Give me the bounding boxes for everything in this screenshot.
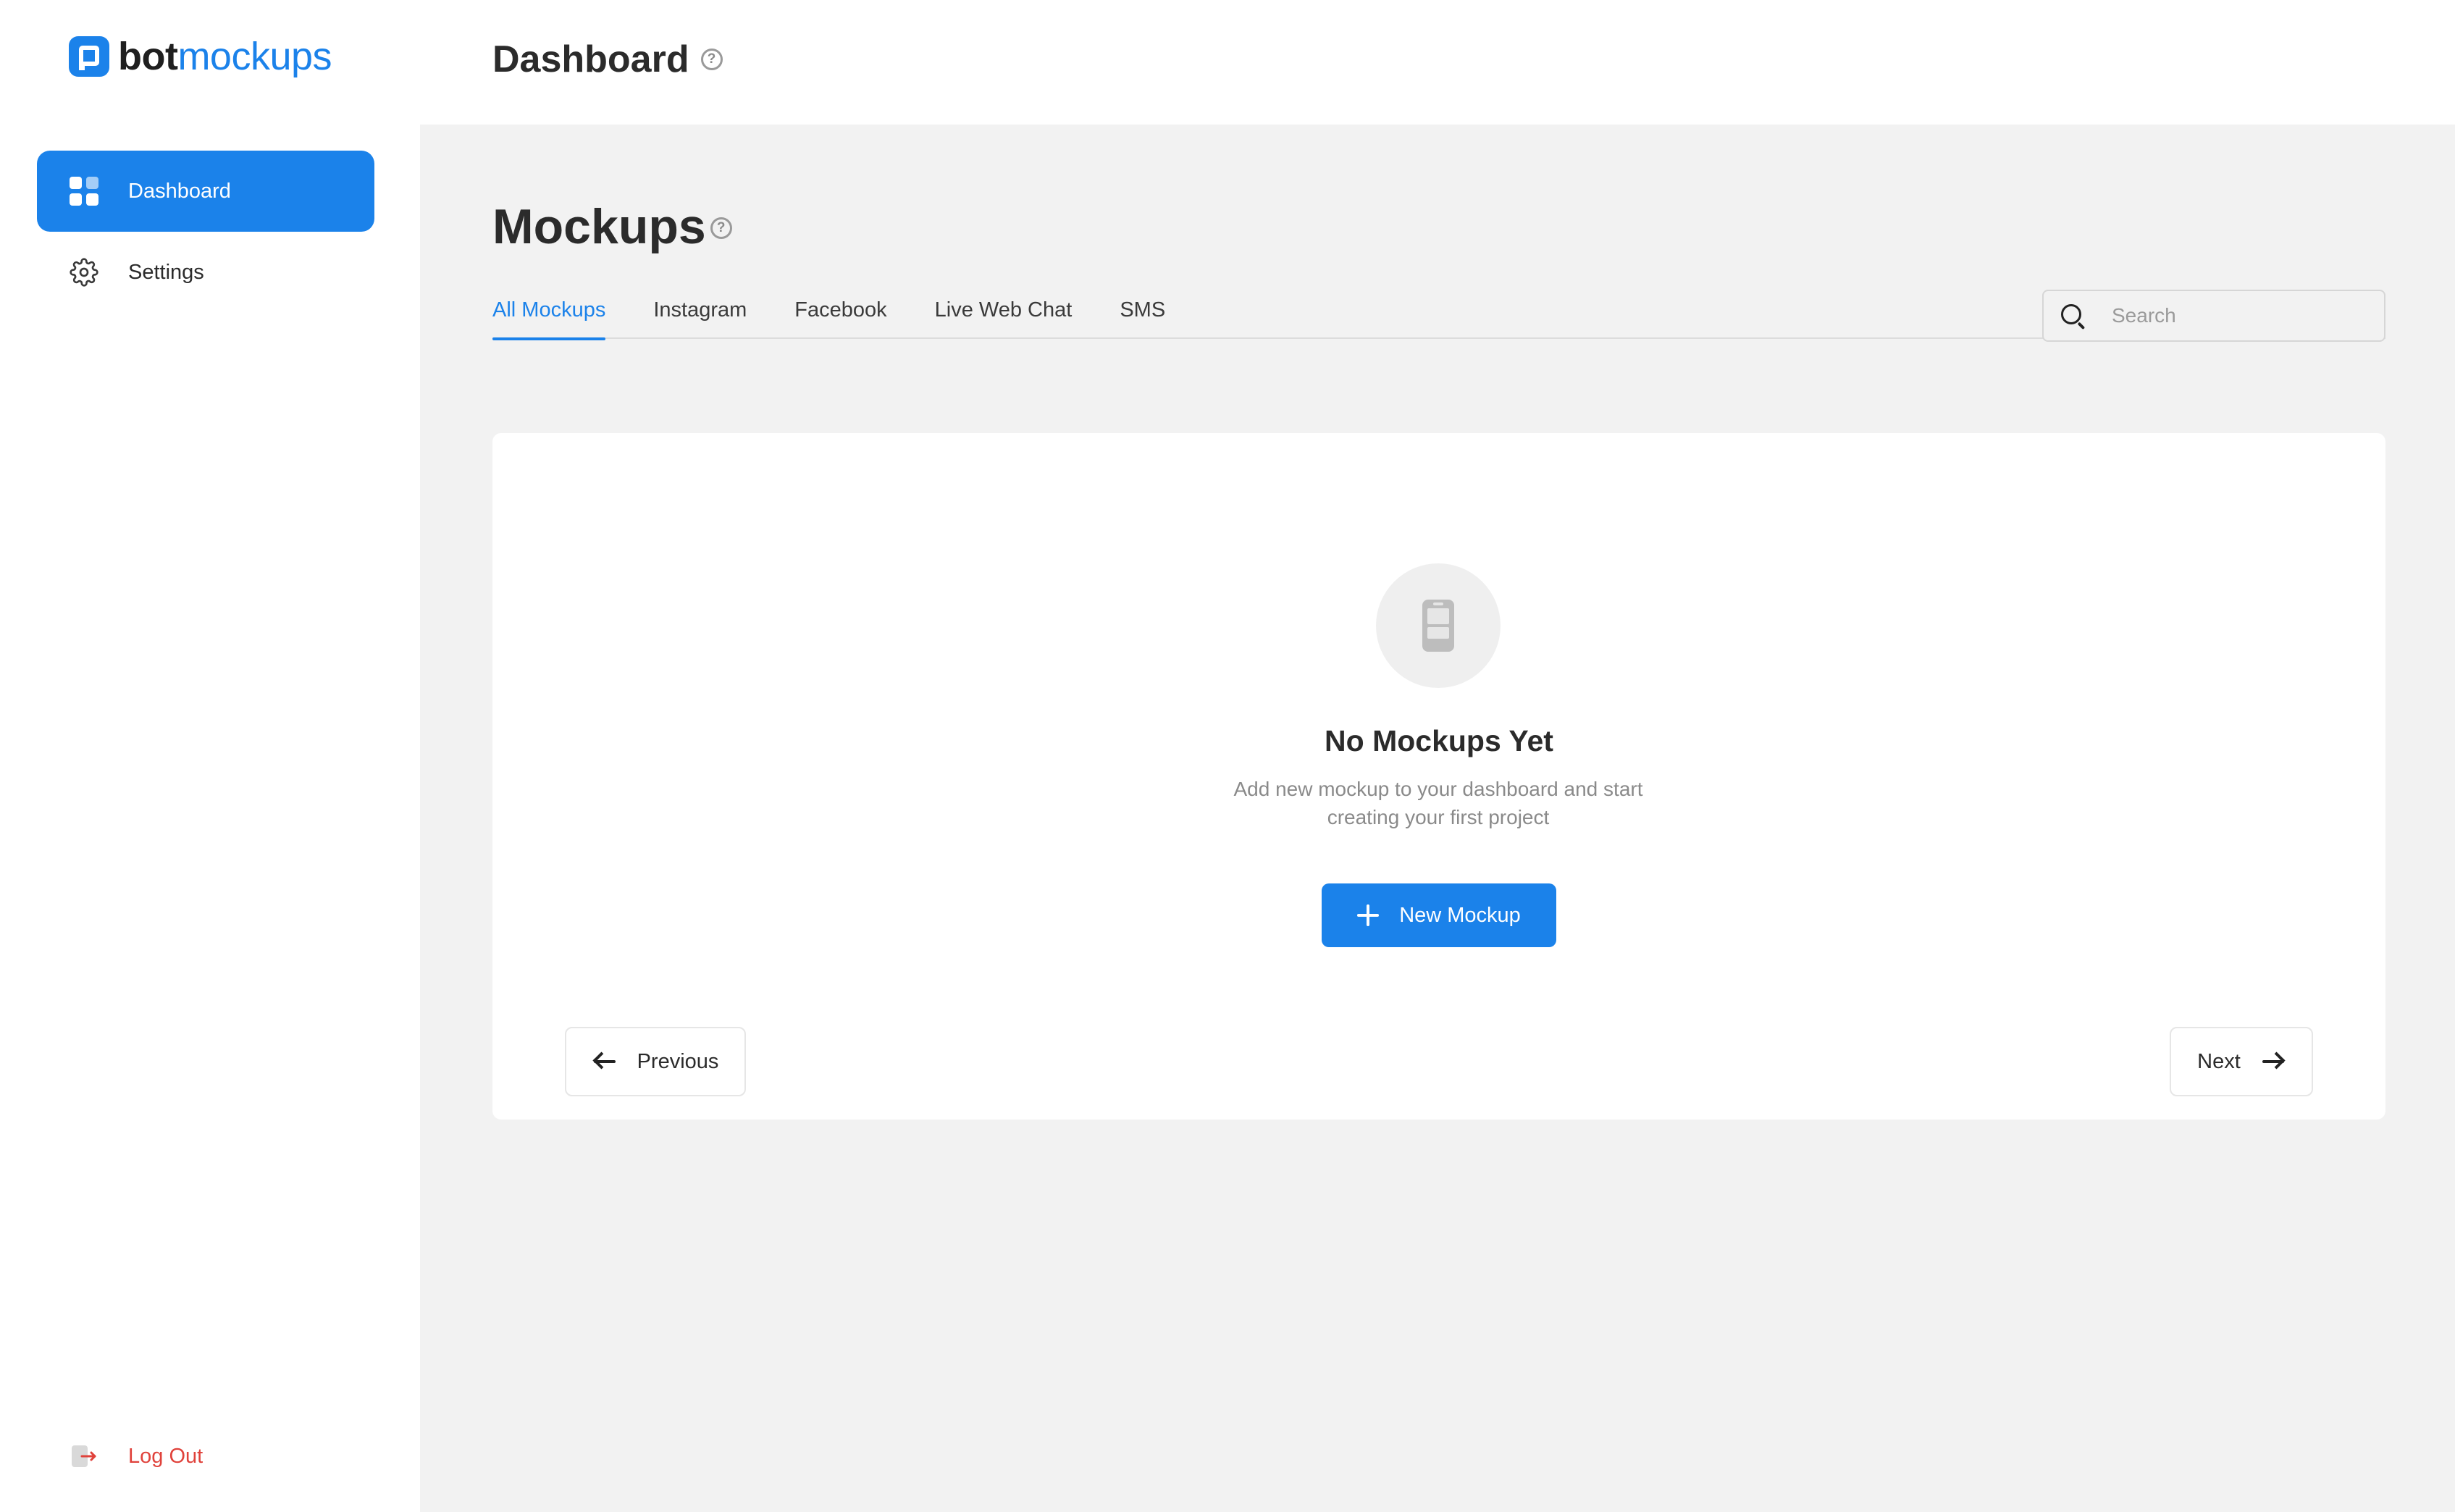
plus-icon bbox=[1357, 904, 1380, 926]
previous-page-button[interactable]: Previous bbox=[565, 1027, 746, 1096]
phone-icon bbox=[1422, 600, 1454, 652]
tab-facebook[interactable]: Facebook bbox=[794, 294, 886, 339]
sidebar-item-label: Dashboard bbox=[128, 179, 231, 203]
help-icon[interactable]: ? bbox=[710, 217, 732, 239]
mockups-card: No Mockups Yet Add new mockup to your da… bbox=[492, 433, 2385, 1120]
chat-bubble-logo-icon bbox=[69, 36, 109, 77]
help-icon[interactable]: ? bbox=[700, 49, 723, 70]
logout-button[interactable]: Log Out bbox=[69, 1441, 203, 1471]
grid-icon bbox=[69, 176, 99, 206]
search-box bbox=[2042, 290, 2385, 342]
brand-logo[interactable]: botmockups bbox=[69, 36, 332, 77]
previous-label: Previous bbox=[637, 1049, 719, 1073]
search-input[interactable] bbox=[2112, 304, 2358, 327]
tab-live-web-chat[interactable]: Live Web Chat bbox=[935, 294, 1073, 339]
page-title-text: Dashboard bbox=[492, 38, 689, 80]
logout-label: Log Out bbox=[128, 1444, 203, 1468]
empty-state-title: No Mockups Yet bbox=[1325, 724, 1553, 757]
tab-sms[interactable]: SMS bbox=[1120, 294, 1165, 339]
sidebar-nav: Dashboard Settings bbox=[37, 151, 374, 313]
brand-name: botmockups bbox=[118, 36, 332, 77]
main-content: Mockups ? All Mockups Instagram Facebook… bbox=[420, 125, 2455, 1512]
brand-name-bold: bot bbox=[118, 35, 178, 78]
logout-icon bbox=[69, 1441, 99, 1471]
arrow-left-icon bbox=[592, 1051, 617, 1072]
tab-instagram[interactable]: Instagram bbox=[653, 294, 747, 339]
sidebar-item-dashboard[interactable]: Dashboard bbox=[37, 151, 374, 232]
tab-all-mockups[interactable]: All Mockups bbox=[492, 294, 606, 340]
brand-name-light: mockups bbox=[177, 35, 332, 78]
sidebar: botmockups Dashboard Settings Log Out bbox=[0, 0, 420, 1512]
sidebar-item-label: Settings bbox=[128, 260, 204, 284]
section-title-text: Mockups bbox=[492, 199, 706, 254]
next-label: Next bbox=[2197, 1049, 2241, 1073]
search-icon bbox=[2060, 303, 2086, 330]
empty-state-description: Add new mockup to your dashboard and sta… bbox=[1233, 778, 1643, 828]
section-title: Mockups ? bbox=[492, 198, 732, 255]
page-title: Dashboard ? bbox=[492, 38, 723, 81]
arrow-right-icon bbox=[2261, 1051, 2286, 1072]
sidebar-item-settings[interactable]: Settings bbox=[37, 232, 374, 313]
new-mockup-label: New Mockup bbox=[1399, 903, 1521, 927]
new-mockup-button[interactable]: New Mockup bbox=[1322, 883, 1556, 947]
top-header: Dashboard ? bbox=[420, 0, 2455, 125]
empty-state-illustration bbox=[1376, 563, 1501, 688]
next-page-button[interactable]: Next bbox=[2170, 1027, 2313, 1096]
gear-icon bbox=[69, 257, 99, 287]
